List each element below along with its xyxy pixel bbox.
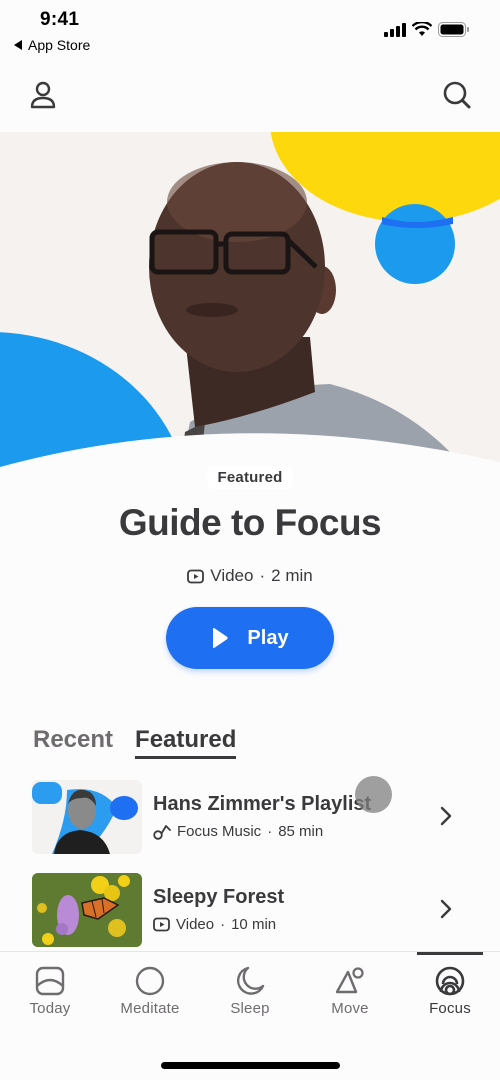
content-tabs: Recent Featured: [33, 726, 237, 759]
list-item-meta: Video · 10 min: [153, 916, 276, 933]
list-item[interactable]: Sleepy Forest Video · 10 min: [0, 873, 500, 953]
search-button[interactable]: [440, 78, 474, 112]
list-item-duration: 10 min: [231, 916, 277, 933]
content-type: Video: [210, 566, 254, 585]
today-icon: [35, 966, 65, 996]
search-icon: [443, 81, 471, 109]
content-duration: 2 min: [271, 566, 313, 585]
battery-icon: [438, 22, 469, 37]
tabbar-label: Move: [331, 1000, 369, 1017]
status-icons: [384, 22, 470, 37]
signal-icon: [384, 22, 406, 37]
move-icon: [335, 967, 364, 994]
chevron-right-icon: [440, 899, 452, 919]
active-tab-indicator: [417, 952, 483, 955]
play-label: Play: [247, 626, 289, 649]
hero-image: [0, 132, 500, 472]
back-to-app-store[interactable]: App Store: [14, 37, 90, 53]
tabbar-item-sleep[interactable]: Sleep: [200, 966, 300, 1026]
status-bar: 9:41 App Store: [0, 0, 500, 60]
back-label: App Store: [28, 37, 91, 53]
status-time: 9:41: [40, 9, 80, 30]
touch-indicator: [355, 776, 392, 813]
wifi-icon: [412, 22, 432, 36]
tabbar-item-move[interactable]: Move: [300, 966, 400, 1026]
tabbar-label: Focus: [429, 1000, 471, 1017]
tab-recent[interactable]: Recent: [33, 726, 113, 759]
tabbar-item-meditate[interactable]: Meditate: [100, 966, 200, 1026]
tabbar-item-focus[interactable]: Focus: [400, 966, 500, 1026]
moon-icon: [236, 966, 265, 995]
list-item-title: Hans Zimmer's Playlist: [153, 793, 372, 815]
play-button[interactable]: Play: [166, 607, 334, 669]
forest-thumbnail: [32, 873, 142, 947]
tab-featured[interactable]: Featured: [135, 726, 237, 759]
header: [0, 60, 500, 132]
tab-bar: Today Meditate Sleep Move Focus: [0, 951, 500, 1080]
video-icon: [187, 569, 205, 583]
focus-icon: [435, 966, 465, 996]
tabbar-label: Meditate: [120, 1000, 180, 1017]
music-note-icon: [153, 824, 171, 840]
blue-circle-shape: [375, 204, 455, 284]
tabbar-label: Sleep: [230, 1000, 270, 1017]
list-item-duration: 85 min: [278, 823, 324, 840]
play-icon: [213, 628, 229, 648]
featured-badge: Featured: [207, 466, 293, 489]
tabbar-item-today[interactable]: Today: [0, 966, 100, 1026]
back-arrow-icon: [14, 40, 22, 50]
list-item-meta: Focus Music · 85 min: [153, 823, 323, 840]
meta-separator: ·: [220, 916, 226, 933]
playlist-thumbnail: [32, 780, 142, 854]
list-item[interactable]: Hans Zimmer's Playlist Focus Music · 85 …: [0, 780, 500, 860]
video-icon: [153, 917, 170, 932]
list-item-category: Focus Music: [177, 823, 262, 840]
circle-icon: [135, 966, 165, 996]
meta-separator: ·: [259, 566, 266, 585]
content-meta: Video · 2 min: [0, 566, 500, 586]
meta-separator: ·: [267, 823, 273, 840]
hero-illustration: [0, 132, 500, 472]
content-title: Guide to Focus: [118, 502, 382, 543]
profile-button[interactable]: [26, 78, 60, 112]
tabbar-label: Today: [29, 1000, 71, 1017]
list-item-title: Sleepy Forest: [153, 886, 285, 908]
home-indicator[interactable]: [161, 1062, 340, 1069]
list-item-category: Video: [176, 916, 215, 933]
chevron-right-icon: [440, 806, 452, 826]
person-icon: [30, 81, 56, 109]
